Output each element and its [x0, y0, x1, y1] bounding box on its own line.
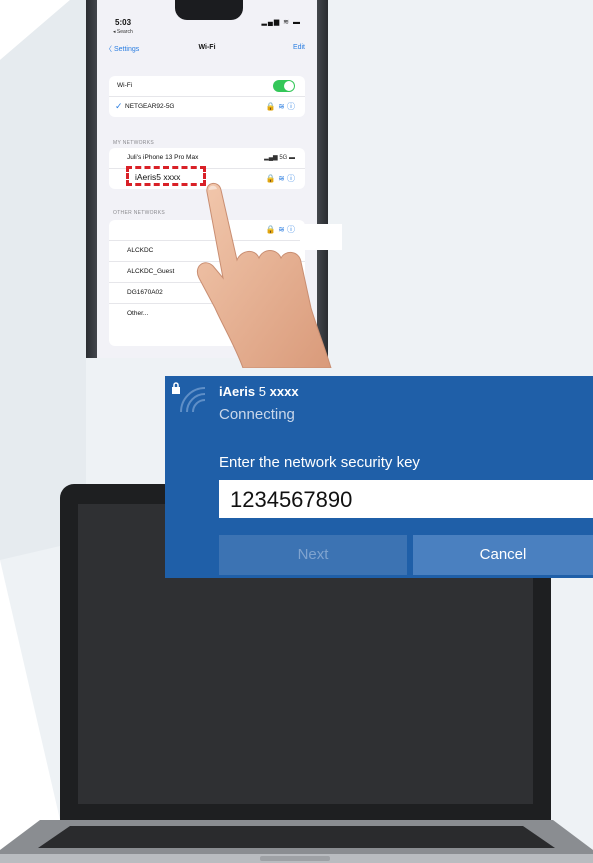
page-title: Wi-Fi: [198, 44, 216, 51]
connected-network-row[interactable]: ✓ NETGEAR92-5G 🔒 ≋ ⓘ: [109, 97, 305, 117]
status-time: 5:03: [115, 18, 132, 27]
hotspot-name: Juli's iPhone 13 Pro Max: [127, 154, 199, 161]
edit-button[interactable]: Edit: [293, 44, 305, 51]
checkmark-icon: ✓: [115, 101, 123, 111]
status-bar: 5:03 ◂ Search ▂▄▆ ≋ ▬: [97, 4, 317, 35]
security-key-input[interactable]: 1234567890: [219, 480, 593, 518]
ssid-prefix: iAeris: [219, 384, 256, 399]
security-key-value: 1234567890: [230, 487, 353, 512]
wifi-label: Wi-Fi: [117, 82, 133, 89]
pointing-hand-icon: [197, 183, 332, 368]
connection-status: Connecting: [219, 406, 295, 423]
hotspot-signal: ▂▄▆ 5G ▬: [264, 155, 295, 161]
network-name: DG1670A02: [127, 289, 163, 296]
my-networks-header: MY NETWORKS: [113, 140, 154, 146]
wifi-toggle[interactable]: [273, 80, 295, 92]
status-icons: ▂▄▆ ≋ ▬: [261, 19, 301, 26]
ssid-suffix: xxxx: [269, 384, 299, 399]
wifi-toggle-group: Wi-Fi ✓ NETGEAR92-5G 🔒 ≋ ⓘ: [109, 76, 305, 117]
highlighted-network-name[interactable]: iAeris5 xxxx: [135, 172, 180, 182]
network-name: ALCKDC_Guest: [127, 268, 175, 275]
status-back-search[interactable]: ◂ Search: [113, 29, 133, 35]
wifi-connect-dialog: iAeris 5 xxxx Connecting Enter the netwo…: [165, 376, 593, 578]
network-name: ALCKDC: [127, 247, 154, 254]
network-info-icon[interactable]: 🔒 ≋ ⓘ: [266, 101, 295, 112]
ssid-number: 5: [258, 384, 266, 399]
network-name: Other...: [127, 310, 149, 317]
cancel-button[interactable]: Cancel: [413, 535, 593, 575]
dialog-ssid: iAeris 5 xxxx: [219, 384, 299, 399]
other-networks-header: OTHER NETWORKS: [113, 210, 165, 216]
next-button[interactable]: Next: [219, 535, 407, 575]
wifi-nav-bar: 〈 Settings Wi-Fi Edit: [97, 38, 317, 58]
laptop-base: [0, 820, 593, 863]
wifi-toggle-row: Wi-Fi: [109, 76, 305, 97]
connected-network-name: NETGEAR92-5G: [125, 103, 175, 110]
security-key-prompt: Enter the network security key: [219, 454, 420, 471]
wifi-signal-icon: [180, 387, 206, 413]
